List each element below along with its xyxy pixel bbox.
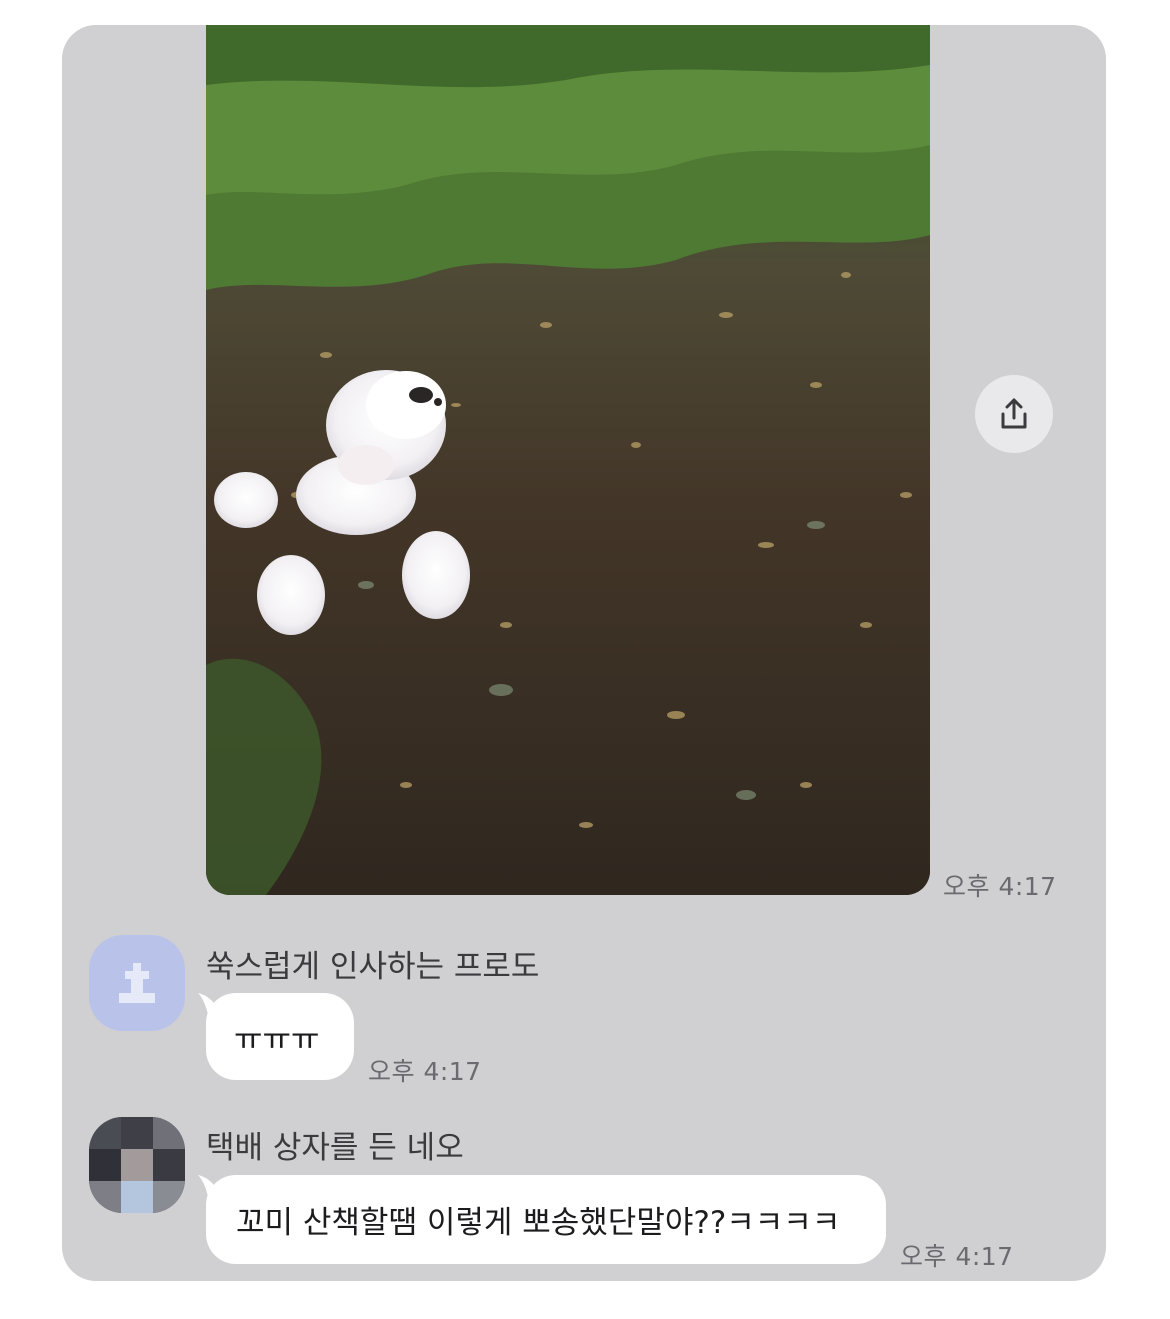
message-bubble[interactable]: 꼬미 산책할땜 이렇게 뽀송했단말야??ㅋㅋㅋㅋ [198,1175,886,1264]
sender-name: 쑥스럽게 인사하는 프로도 [206,949,540,985]
photo-message-image[interactable] [206,25,930,895]
default-avatar-icon [119,963,155,1003]
bubble-tail [198,1175,220,1197]
message-timestamp: 오후 4:17 [368,1057,482,1086]
sender-avatar[interactable] [89,935,185,1031]
share-upload-icon [1001,398,1027,429]
message-text: 꼬미 산책할땜 이렇게 뽀송했단말야??ㅋㅋㅋㅋ [236,1205,841,1241]
message-timestamp: 오후 4:17 [900,1242,1014,1271]
dog-photo [206,25,930,895]
pixelated-avatar [89,1117,185,1213]
chat-panel: 오후 4:17 쑥스럽게 인사하는 프로도 ㅠㅠㅠ 오후 4:17 택배 상자를… [62,25,1106,1281]
message-bubble[interactable]: ㅠㅠㅠ [198,993,354,1080]
message-text: ㅠㅠㅠ [234,1022,320,1058]
share-button[interactable] [975,375,1053,453]
sender-avatar[interactable] [89,1117,185,1213]
sender-name: 택배 상자를 든 네오 [206,1130,464,1166]
bubble-tail [198,993,220,1015]
photo-timestamp: 오후 4:17 [943,872,1057,901]
